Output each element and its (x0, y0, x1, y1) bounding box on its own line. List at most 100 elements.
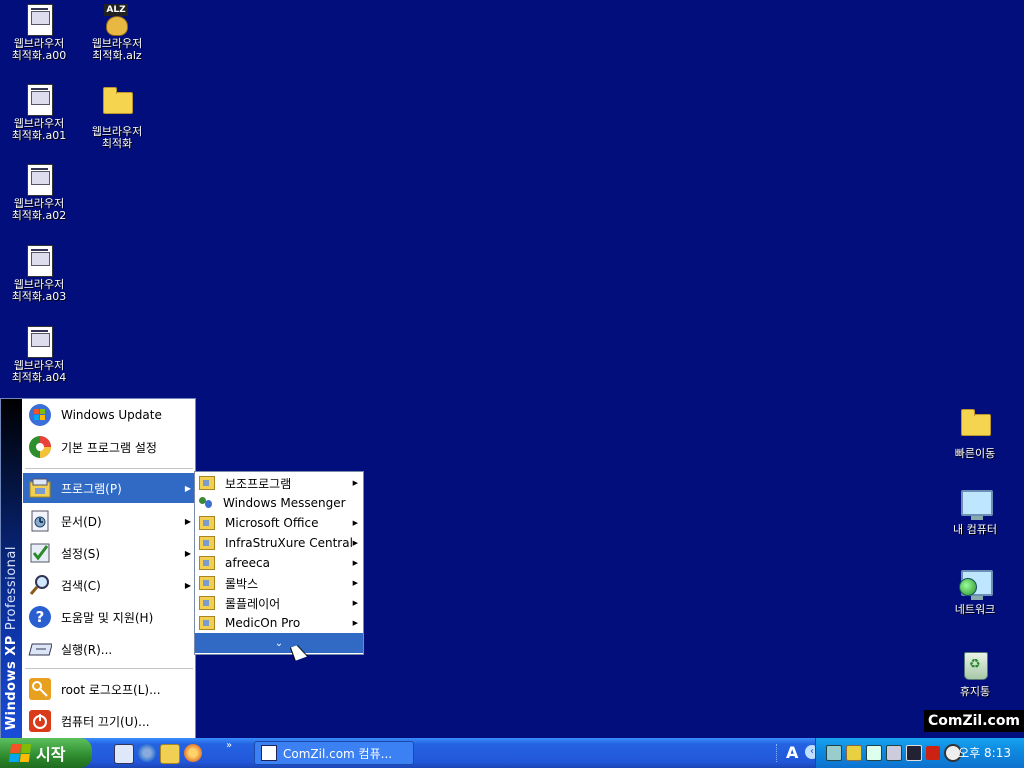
internet-explorer-icon[interactable] (138, 744, 156, 762)
menu-item-run[interactable]: 실행(R)... (23, 634, 195, 664)
settings-icon (27, 540, 53, 566)
file-a02-icon (23, 164, 55, 196)
program-group-icon (199, 596, 215, 610)
quick-launch-chevron[interactable]: » (226, 740, 232, 751)
menu-item-label: 실행(R)... (61, 642, 113, 657)
pen-tray-icon[interactable] (846, 745, 862, 761)
search-icon (27, 572, 53, 598)
band-edition: Professional (4, 545, 19, 630)
icon-label: 내 컴퓨터 (953, 523, 997, 536)
desktop-file-a00[interactable]: 웹브라우저 최적화.a00 (0, 4, 78, 62)
submenu-arrow-icon: ▶ (352, 579, 358, 587)
power-icon (27, 708, 53, 734)
file-a00-icon (23, 4, 55, 36)
window-button-label: ComZil.com 컴퓨... (283, 746, 393, 761)
recycle-bin-icon (959, 652, 991, 684)
menu-item-label: Windows Update (61, 408, 162, 422)
program-group-icon (199, 616, 215, 630)
menu-item-label: 검색(C) (61, 578, 101, 593)
windows-update-icon (27, 402, 53, 428)
desktop-quick-move[interactable]: 빠른이동 (936, 406, 1014, 460)
folder-icon (959, 409, 991, 446)
submenu-item-afreeca[interactable]: afreeca ▶ (195, 553, 363, 573)
submenu-arrow-icon: ▶ (352, 539, 358, 547)
taskbar-window-button[interactable]: ComZil.com 컴퓨... (254, 741, 414, 765)
file-a04-icon (23, 326, 55, 358)
start-label: 시작 (36, 745, 66, 764)
menu-item-settings[interactable]: 설정(S) ▶ (23, 538, 195, 568)
menu-item-logoff[interactable]: root 로그오프(L)... (23, 674, 195, 704)
submenu-item-microsoft-office[interactable]: Microsoft Office ▶ (195, 513, 363, 533)
desktop-file-alz[interactable]: ALZ 웹브라우저 최적화.alz (78, 4, 156, 62)
submenu-arrow-icon: ▶ (352, 479, 358, 487)
network-icon (959, 570, 993, 602)
desktop-shortcut-icon[interactable] (114, 744, 134, 764)
program-group-icon (199, 476, 215, 490)
submenu-item-rolplayer[interactable]: 롤플레이어 ▶ (195, 593, 363, 613)
start-menu: Windows XP Professional Windows Update 기… (0, 398, 196, 739)
language-indicator[interactable]: A (786, 744, 802, 762)
clock[interactable]: 오후 8:13 (958, 738, 1011, 768)
submenu-item-label: 보조프로그램 (225, 476, 292, 491)
program-group-icon (199, 576, 215, 590)
display-tray-icon[interactable] (866, 745, 882, 761)
submenu-arrow-icon: ▶ (184, 580, 191, 590)
menu-item-search[interactable]: 검색(C) ▶ (23, 570, 195, 600)
network-tray-icon[interactable] (826, 745, 842, 761)
submenu-item-infrastruxure[interactable]: InfraStruXure Central ▶ (195, 533, 363, 553)
submenu-item-label: afreeca (225, 556, 270, 570)
start-menu-band: Windows XP Professional (1, 399, 22, 738)
svg-text:?: ? (36, 608, 45, 626)
device-tray-icon[interactable] (886, 745, 902, 761)
ati-tray-icon[interactable] (926, 746, 940, 760)
submenu-expand-button[interactable]: ⌄ (195, 633, 363, 653)
monitor-tray-icon[interactable] (906, 745, 922, 761)
menu-item-programs[interactable]: 프로그램(P) ▶ (23, 473, 195, 503)
file-a03-icon (23, 245, 55, 277)
icon-label: 휴지통 (959, 685, 991, 698)
submenu-item-accessories[interactable]: 보조프로그램 ▶ (195, 473, 363, 493)
icon-label: 빠른이동 (954, 447, 996, 460)
menu-item-help[interactable]: ? 도움말 및 지원(H) (23, 602, 195, 632)
submenu-item-rolbox[interactable]: 롤박스 ▶ (195, 573, 363, 593)
menu-item-documents[interactable]: 문서(D) ▶ (23, 506, 195, 536)
submenu-item-label: 롤플레이어 (225, 596, 281, 611)
desktop-recycle-bin[interactable]: 휴지통 (936, 648, 1014, 698)
menu-item-label: 프로그램(P) (61, 481, 122, 496)
desktop-my-computer[interactable]: 내 컴퓨터 (936, 486, 1014, 536)
desktop-folder[interactable]: 웹브라우저 최적화 (78, 84, 156, 150)
default-programs-icon (27, 434, 53, 460)
desktop-file-a02[interactable]: 웹브라우저 최적화.a02 (0, 164, 78, 222)
icon-label: 최적화.a00 (11, 49, 67, 62)
menu-item-windows-update[interactable]: Windows Update (23, 400, 195, 430)
help-icon: ? (27, 604, 53, 630)
icon-label: 최적화.a03 (11, 290, 67, 303)
desktop-file-a03[interactable]: 웹브라우저 최적화.a03 (0, 245, 78, 303)
icon-label: 최적화.a04 (11, 371, 67, 384)
programs-submenu: 보조프로그램 ▶ Windows Messenger Microsoft Off… (194, 471, 364, 655)
program-group-icon (199, 536, 215, 550)
submenu-item-medicon-pro[interactable]: MedicOn Pro ▶ (195, 613, 363, 633)
desktop-file-a01[interactable]: 웹브라우저 최적화.a01 (0, 84, 78, 142)
submenu-arrow-icon: ▶ (184, 516, 191, 526)
desktop-network[interactable]: 네트워크 (936, 566, 1014, 616)
taskbar: 시작 » ComZil.com 컴퓨... A ‹ 오후 8:13 (0, 738, 1024, 768)
submenu-item-label: Microsoft Office (225, 516, 319, 530)
window-app-icon (261, 745, 277, 761)
windows-logo-icon (8, 744, 32, 762)
submenu-arrow-icon: ▶ (184, 548, 191, 558)
submenu-arrow-icon: ▶ (184, 483, 191, 493)
submenu-arrow-icon: ▶ (352, 599, 358, 607)
double-chevron-down-icon: ⌄ (274, 637, 284, 649)
submenu-item-windows-messenger[interactable]: Windows Messenger (195, 493, 363, 513)
desktop-file-a04[interactable]: 웹브라우저 최적화.a04 (0, 326, 78, 384)
menu-separator (25, 468, 193, 469)
menu-item-shutdown[interactable]: 컴퓨터 끄기(U)... (23, 706, 195, 736)
folder-icon (101, 87, 133, 124)
media-icon[interactable] (184, 744, 202, 762)
icon-label: 최적화 (101, 137, 133, 150)
start-button[interactable]: 시작 (0, 738, 92, 768)
alz-archive-icon: ALZ (101, 4, 133, 36)
menu-item-default-programs[interactable]: 기본 프로그램 설정 (23, 432, 195, 462)
explorer-icon[interactable] (160, 744, 180, 764)
